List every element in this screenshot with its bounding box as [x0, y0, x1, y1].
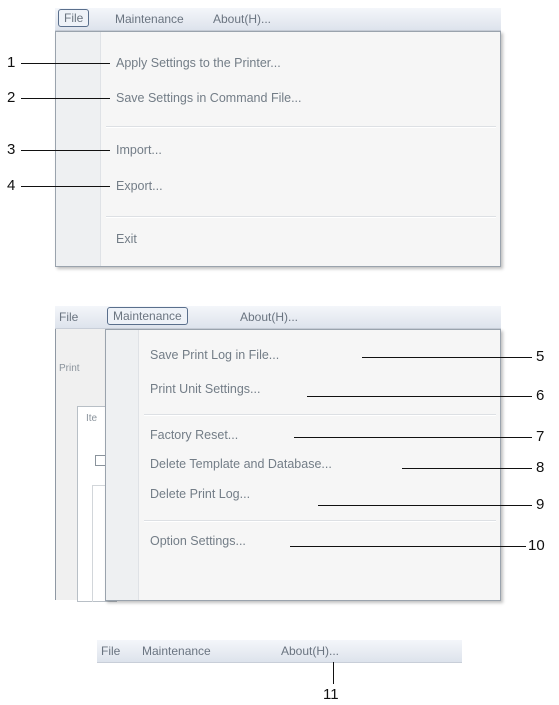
- maintenance-menu-panel: Print Ite File Maintenance About(H)... S…: [55, 306, 501, 602]
- background-tab-label: Ite: [86, 413, 98, 424]
- callout-line-2: [21, 98, 110, 99]
- callout-line-1: [21, 63, 110, 64]
- menu-about[interactable]: About(H)...: [281, 644, 339, 658]
- menu-maintenance[interactable]: Maintenance: [142, 644, 211, 658]
- menubar: File Maintenance About(H)...: [55, 8, 501, 31]
- callout-line-10: [290, 546, 526, 547]
- about-menubar-panel: File Maintenance About(H)...: [97, 640, 462, 663]
- menu-item-export[interactable]: Export...: [116, 179, 163, 193]
- callout-5: 5: [536, 348, 545, 365]
- menu-maintenance[interactable]: Maintenance: [107, 307, 188, 325]
- menu-file[interactable]: File: [59, 310, 78, 324]
- menu-separator: [106, 126, 496, 128]
- callout-line-3: [21, 150, 110, 151]
- callout-3: 3: [7, 141, 16, 158]
- menu-maintenance[interactable]: Maintenance: [115, 12, 184, 26]
- callout-9: 9: [536, 496, 545, 513]
- menu-item-factory-reset[interactable]: Factory Reset...: [150, 428, 238, 442]
- callout-line-5: [362, 357, 532, 358]
- menu-item-delete-print-log[interactable]: Delete Print Log...: [150, 487, 250, 501]
- menubar: File Maintenance About(H)...: [55, 306, 501, 329]
- menu-item-save-command-file[interactable]: Save Settings in Command File...: [116, 91, 302, 105]
- menu-separator: [106, 216, 496, 218]
- callout-line-7: [294, 437, 532, 438]
- menu-about[interactable]: About(H)...: [240, 310, 298, 324]
- callout-11: 11: [323, 686, 339, 703]
- maintenance-dropdown: Save Print Log in File... Print Unit Set…: [105, 329, 501, 601]
- menu-separator: [144, 414, 496, 416]
- callout-6: 6: [536, 387, 545, 404]
- menu-item-print-unit-settings[interactable]: Print Unit Settings...: [150, 382, 260, 396]
- menu-item-import[interactable]: Import...: [116, 143, 162, 157]
- background-label-print: Print: [59, 363, 80, 374]
- callout-7: 7: [536, 428, 545, 445]
- file-menu-panel: File Maintenance About(H)... Apply Setti…: [55, 8, 501, 267]
- menu-icon-gutter: [56, 32, 101, 266]
- menu-item-save-print-log[interactable]: Save Print Log in File...: [150, 348, 279, 362]
- callout-8: 8: [536, 459, 545, 476]
- callout-line-4: [21, 186, 110, 187]
- menu-item-delete-template[interactable]: Delete Template and Database...: [150, 457, 332, 471]
- callout-line-9: [318, 505, 532, 506]
- file-dropdown: Apply Settings to the Printer... Save Se…: [55, 31, 501, 267]
- callout-line-8: [402, 468, 532, 469]
- menu-icon-gutter: [106, 330, 139, 600]
- callout-10: 10: [528, 537, 545, 554]
- callout-1: 1: [7, 54, 16, 71]
- menu-item-exit[interactable]: Exit: [116, 232, 137, 246]
- callout-line-6: [307, 396, 532, 397]
- menu-file[interactable]: File: [101, 644, 120, 658]
- menu-file[interactable]: File: [58, 9, 90, 27]
- menu-item-option-settings[interactable]: Option Settings...: [150, 534, 246, 548]
- menu-separator: [144, 520, 496, 522]
- menu-about[interactable]: About(H)...: [213, 12, 271, 26]
- menu-item-apply-settings[interactable]: Apply Settings to the Printer...: [116, 56, 281, 70]
- callout-line-11: [333, 662, 334, 684]
- callout-2: 2: [7, 89, 16, 106]
- callout-4: 4: [7, 177, 16, 194]
